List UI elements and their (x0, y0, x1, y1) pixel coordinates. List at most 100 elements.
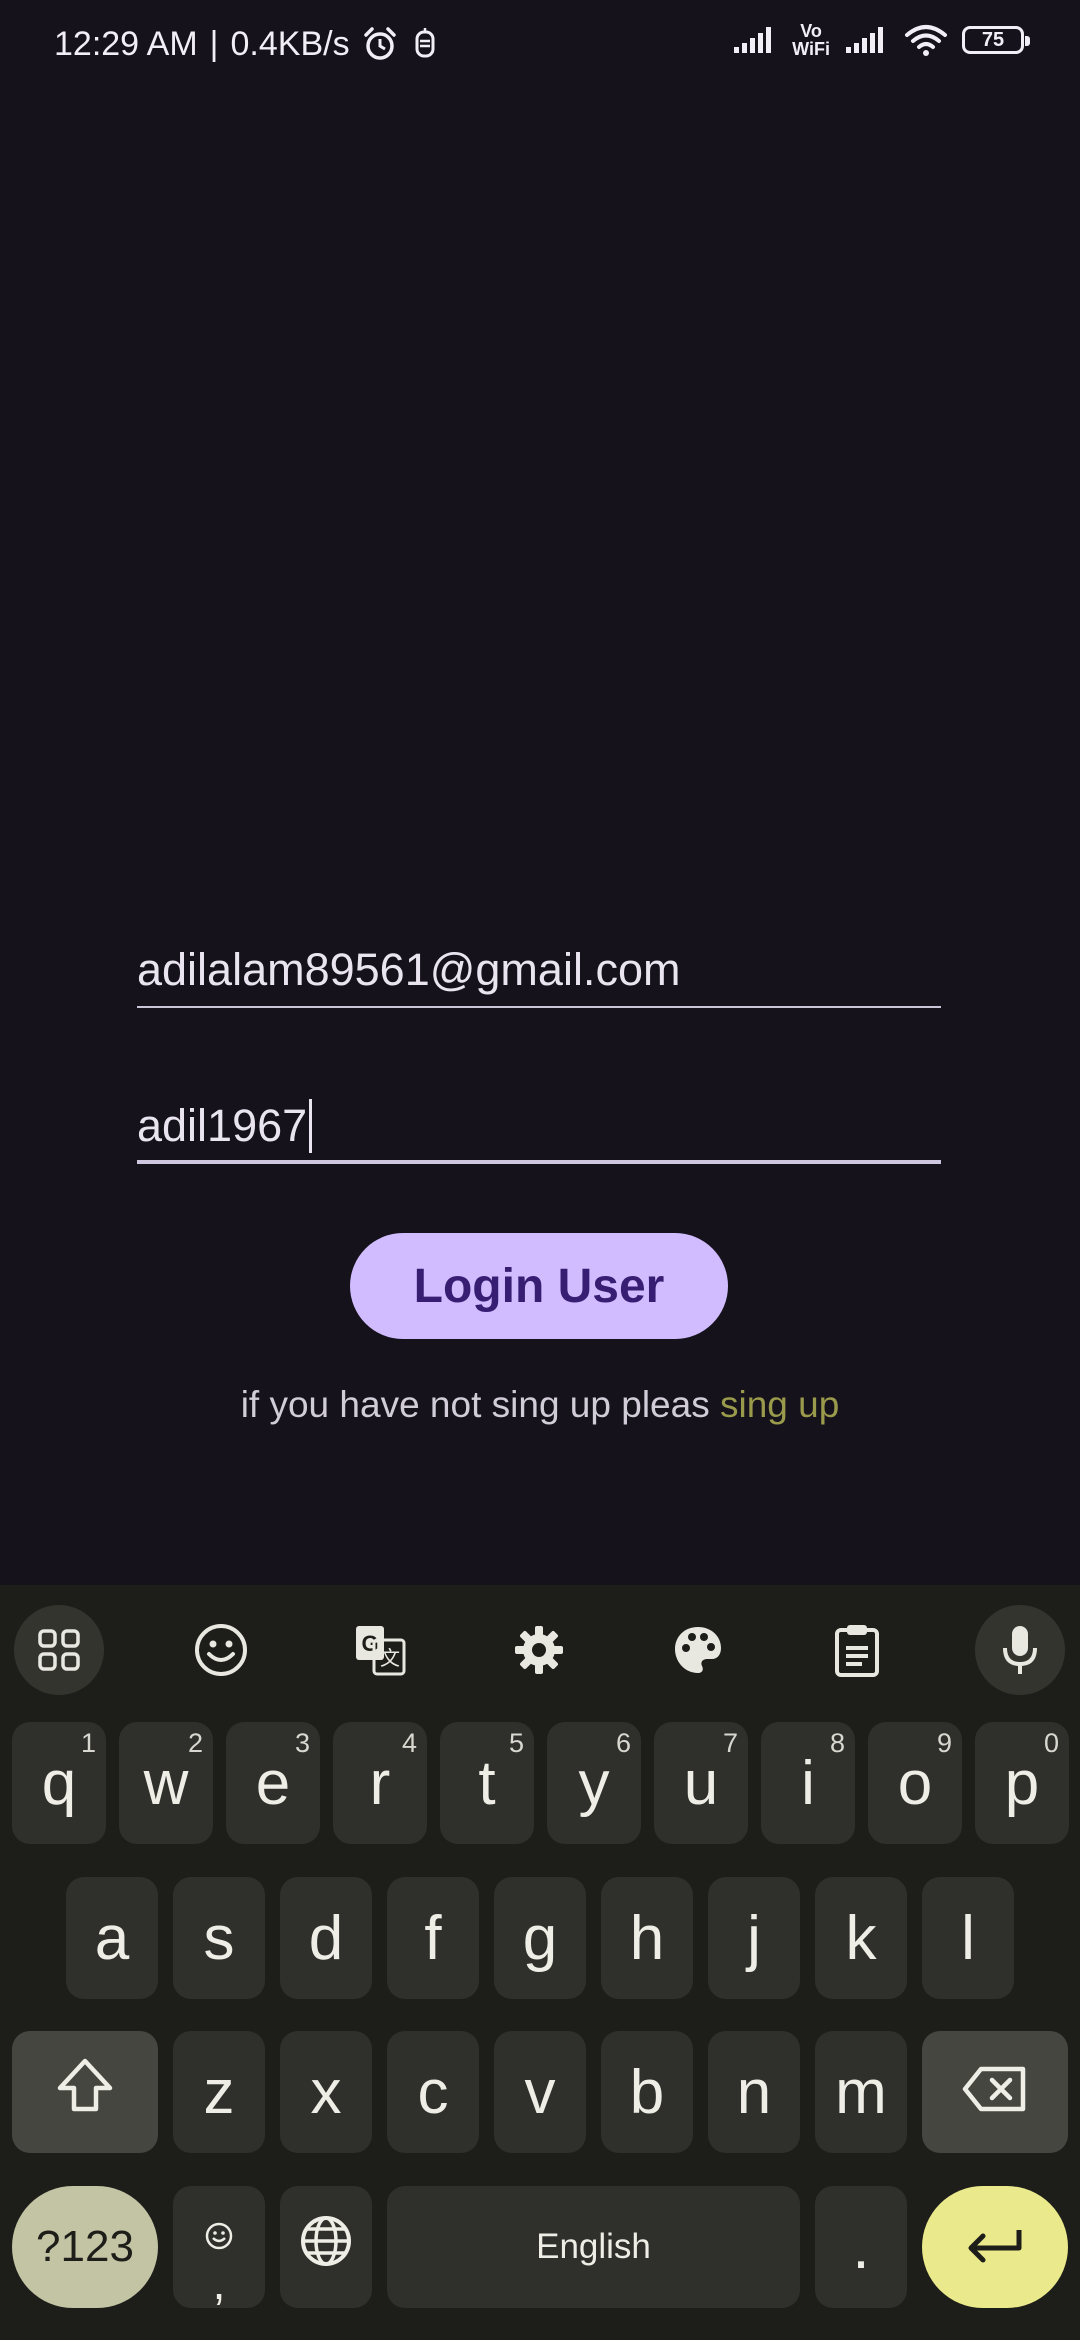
shift-key[interactable] (12, 2031, 158, 2153)
key-label: t (478, 1748, 496, 1818)
key-label: q (41, 1748, 77, 1818)
status-time: 12:29 AM (54, 25, 198, 63)
key-label: c (417, 2057, 449, 2127)
vowifi-indicator: Vo WiFi (792, 22, 830, 58)
key-m[interactable]: m (815, 2031, 907, 2153)
symbols-key[interactable]: ?123 (12, 2186, 158, 2308)
signup-link[interactable]: sing up (720, 1384, 839, 1425)
microphone-icon[interactable] (975, 1605, 1065, 1695)
key-label: m (835, 2057, 887, 2127)
period-label: . (852, 2212, 870, 2282)
key-label: k (845, 1903, 877, 1973)
password-value-wrap: adil1967 (137, 1096, 313, 1156)
signup-prompt-text: if you have not sing up pleas (240, 1384, 710, 1425)
enter-key[interactable] (922, 2186, 1068, 2308)
key-label: w (143, 1748, 189, 1818)
key-hint: 3 (294, 1728, 310, 1758)
battery-icon: 75 (962, 26, 1030, 54)
key-s[interactable]: s (173, 1877, 265, 1999)
key-v[interactable]: v (494, 2031, 586, 2153)
signal-strength-2-icon (844, 25, 890, 55)
space-key[interactable]: English (387, 2186, 800, 2308)
login-button[interactable]: Login User (350, 1233, 728, 1339)
key-l[interactable]: l (922, 1877, 1014, 1999)
password-field[interactable]: adil1967 (137, 1096, 941, 1164)
soft-keyboard: G 文 q 1 w 2 e 3 r 4 t 5 y 6 u 7 i 8 o 9 … (0, 1585, 1080, 2340)
key-hint: 9 (936, 1728, 952, 1758)
login-button-label: Login User (413, 1259, 665, 1313)
key-label: g (522, 1903, 558, 1973)
key-z[interactable]: z (173, 2031, 265, 2153)
palette-icon[interactable] (653, 1605, 743, 1695)
key-b[interactable]: b (601, 2031, 693, 2153)
period-key[interactable]: . (815, 2186, 907, 2308)
translate-icon[interactable]: G 文 (335, 1605, 425, 1695)
emoji-small-icon (204, 2195, 234, 2266)
key-p[interactable]: p0 (975, 1722, 1069, 1844)
space-key-label: English (536, 2227, 651, 2266)
password-value: adil1967 (137, 1100, 308, 1151)
signal-strength-icon (732, 25, 778, 55)
language-key[interactable] (280, 2186, 372, 2308)
key-o[interactable]: o9 (868, 1722, 962, 1844)
alarm-icon (362, 26, 398, 62)
key-x[interactable]: x (280, 2031, 372, 2153)
key-w[interactable]: w2 (119, 1722, 213, 1844)
status-right: Vo WiFi 75 (732, 22, 1030, 58)
status-bar: 12:29 AM | 0.4KB/s Vo WiFi 75 (0, 0, 1080, 92)
key-label: l (961, 1903, 975, 1973)
key-t[interactable]: t5 (440, 1722, 534, 1844)
key-k[interactable]: k (815, 1877, 907, 1999)
key-label: b (629, 2057, 665, 2127)
signup-prompt-row: if you have not sing up pleas sing up (0, 1378, 1080, 1432)
key-f[interactable]: f (387, 1877, 479, 1999)
key-hint: 2 (187, 1728, 203, 1758)
key-a[interactable]: a (66, 1877, 158, 1999)
vowifi-top: Vo (800, 21, 822, 41)
key-q[interactable]: q1 (12, 1722, 106, 1844)
apps-grid-icon[interactable] (14, 1605, 104, 1695)
screen: 12:29 AM | 0.4KB/s Vo WiFi 75 adilalam89… (0, 0, 1080, 2340)
key-e[interactable]: e3 (226, 1722, 320, 1844)
key-j[interactable]: j (708, 1877, 800, 1999)
emoji-icon[interactable] (176, 1605, 266, 1695)
key-hint: 8 (829, 1728, 845, 1758)
key-hint: 6 (615, 1728, 631, 1758)
status-network-speed: 0.4KB/s (230, 25, 350, 63)
settings-icon[interactable] (494, 1605, 584, 1695)
globe-icon (299, 2212, 353, 2283)
key-label: y (578, 1748, 610, 1818)
key-c[interactable]: c (387, 2031, 479, 2153)
key-label: j (747, 1903, 761, 1973)
key-y[interactable]: y6 (547, 1722, 641, 1844)
enter-icon (963, 2212, 1027, 2283)
key-u[interactable]: u7 (654, 1722, 748, 1844)
comma-key[interactable]: , (173, 2186, 265, 2308)
key-hint: 7 (722, 1728, 738, 1758)
key-n[interactable]: n (708, 2031, 800, 2153)
key-r[interactable]: r4 (333, 1722, 427, 1844)
shift-icon (55, 2056, 115, 2129)
clipboard-icon[interactable] (812, 1605, 902, 1695)
key-hint: 5 (508, 1728, 524, 1758)
key-hint: 1 (80, 1728, 96, 1758)
key-label: e (255, 1748, 291, 1818)
key-label: d (308, 1903, 344, 1973)
key-label: v (524, 2057, 556, 2127)
key-i[interactable]: i8 (761, 1722, 855, 1844)
email-field[interactable]: adilalam89561@gmail.com (137, 940, 941, 1008)
comma-label: , (212, 2256, 226, 2309)
key-d[interactable]: d (280, 1877, 372, 1999)
svg-text:G: G (361, 1631, 378, 1656)
key-label: n (736, 2057, 772, 2127)
backspace-key[interactable] (922, 2031, 1068, 2153)
text-cursor (309, 1099, 313, 1154)
key-g[interactable]: g (494, 1877, 586, 1999)
notification-bot-icon (410, 26, 440, 62)
key-label: h (629, 1903, 665, 1973)
key-hint: 0 (1043, 1728, 1059, 1758)
key-h[interactable]: h (601, 1877, 693, 1999)
key-label: z (203, 2057, 235, 2127)
vowifi-bottom: WiFi (792, 39, 830, 59)
email-value: adilalam89561@gmail.com (137, 944, 681, 995)
